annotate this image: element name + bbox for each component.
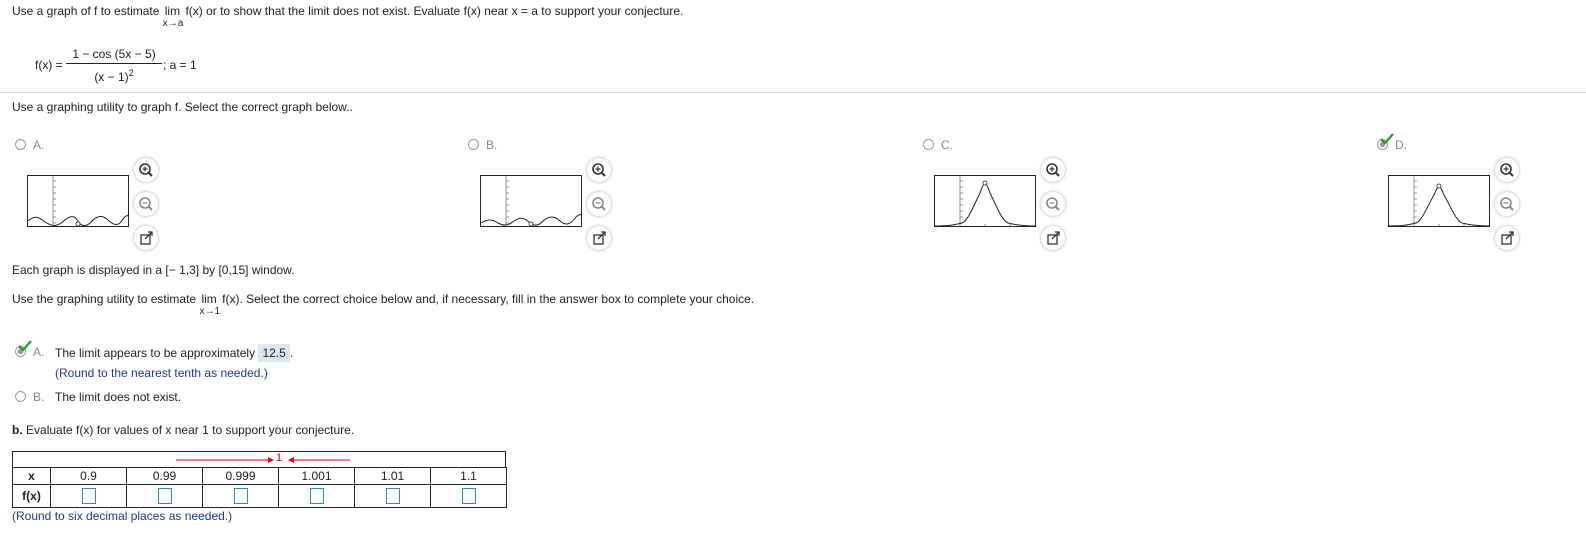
graph-option-a-radio[interactable] xyxy=(15,139,26,150)
zoom-in-icon xyxy=(592,163,606,177)
function-lhs: f(x) = xyxy=(35,58,63,72)
question-part2: f(x) or to show that the limit does not … xyxy=(185,4,684,18)
a-value-label: ; a = 1 xyxy=(163,58,197,72)
option-c-popout-button[interactable] xyxy=(1041,226,1065,250)
function-numerator: 1 − cos (5x − 5) xyxy=(72,47,156,61)
option-d-zoom-out-button[interactable] xyxy=(1495,192,1519,216)
option-a-popout-button[interactable] xyxy=(134,226,158,250)
fx-input[interactable] xyxy=(385,488,400,504)
table-row-fx: f(x) xyxy=(12,484,507,508)
x-value-cell: 0.999 xyxy=(202,467,279,485)
graph-option-c[interactable] xyxy=(934,175,1038,229)
estimate-prompt-pre: Use the graphing utility to estimate xyxy=(12,292,197,306)
estimate-lim-subscript: x→1 xyxy=(199,306,221,317)
x-value-cell: 1.001 xyxy=(278,467,355,485)
approach-arrows xyxy=(176,457,350,463)
option-c-zoom-in-button[interactable] xyxy=(1041,158,1065,182)
fx-input[interactable] xyxy=(233,488,248,504)
row-label-x: x xyxy=(12,467,51,485)
graph-option-a[interactable] xyxy=(27,175,131,229)
estimate-prompt: Use the graphing utility to estimate lim… xyxy=(12,292,755,317)
row-label-fx: f(x) xyxy=(12,484,51,508)
fx-input[interactable] xyxy=(81,488,96,504)
approach-value-label: 1 xyxy=(276,452,283,464)
choice-a-letter: A. xyxy=(33,345,45,359)
graph-option-b-letter: B. xyxy=(486,138,498,152)
option-c-zoom-out-button[interactable] xyxy=(1041,192,1065,216)
fx-input[interactable] xyxy=(157,488,172,504)
popout-icon xyxy=(140,231,153,245)
option-d-zoom-in-button[interactable] xyxy=(1495,158,1519,182)
estimate-prompt-post: f(x). Select the correct choice below an… xyxy=(222,292,755,306)
fx-cell xyxy=(430,484,507,508)
question-text: Use a graph of f to estimate lim x→a f(x… xyxy=(12,4,684,29)
zoom-in-icon xyxy=(1500,163,1514,177)
option-d-popout-button[interactable] xyxy=(1495,226,1519,250)
option-b-zoom-in-button[interactable] xyxy=(587,158,611,182)
choice-a-period: . xyxy=(289,346,294,360)
window-note: Each graph is displayed in a [− 1,3] by … xyxy=(12,263,295,277)
part-b-prompt: b. Evaluate f(x) for values of x near 1 … xyxy=(12,423,354,437)
table-hint: (Round to six decimal places as needed.) xyxy=(12,509,233,523)
popout-icon xyxy=(593,231,606,245)
graph-option-b-radio[interactable] xyxy=(468,139,479,150)
fx-cell xyxy=(126,484,203,508)
fx-cell xyxy=(202,484,279,508)
popout-icon xyxy=(1501,231,1514,245)
estimate-lim-symbol: lim xyxy=(201,292,217,306)
divider xyxy=(0,92,1586,93)
graph-option-a-letter: A. xyxy=(33,138,45,152)
option-a-zoom-out-button[interactable] xyxy=(134,192,158,216)
option-b-popout-button[interactable] xyxy=(587,226,611,250)
question-part1: Use a graph of f to estimate xyxy=(12,4,160,18)
popout-icon xyxy=(1047,231,1060,245)
checkmark-icon xyxy=(18,340,32,352)
fx-cell xyxy=(354,484,431,508)
choice-b-text: The limit does not exist. xyxy=(55,390,182,404)
function-fraction: 1 − cos (5x − 5) (x − 1)2 xyxy=(66,46,162,85)
lim-subscript: x→a xyxy=(162,18,184,29)
x-value-cell: 1.01 xyxy=(354,467,431,485)
function-denominator: (x − 1)2 xyxy=(66,65,162,85)
lim-symbol: lim xyxy=(164,4,181,18)
graph-option-c-radio[interactable] xyxy=(923,139,934,150)
fx-cell xyxy=(278,484,355,508)
choice-b-radio[interactable] xyxy=(15,391,26,402)
choice-a-line: The limit appears to be approximately 12… xyxy=(55,344,293,362)
choice-b-letter: B. xyxy=(33,390,45,404)
zoom-out-icon xyxy=(592,197,606,211)
part-b-text: Evaluate f(x) for values of x near 1 to … xyxy=(26,423,355,437)
denominator-base: (x − 1) xyxy=(94,70,129,84)
graph-option-d-letter: D. xyxy=(1395,138,1407,152)
x-value-cell: 1.1 xyxy=(430,467,507,485)
graph-option-c-letter: C. xyxy=(941,138,953,152)
denominator-exponent: 2 xyxy=(128,68,134,78)
graph-option-d[interactable] xyxy=(1388,175,1492,229)
fx-input[interactable] xyxy=(309,488,324,504)
choice-a-text: The limit appears to be approximately xyxy=(55,346,256,360)
x-value-cell: 0.99 xyxy=(126,467,203,485)
choice-a-hint: (Round to the nearest tenth as needed.) xyxy=(55,366,268,380)
option-a-zoom-in-button[interactable] xyxy=(134,158,158,182)
option-b-zoom-out-button[interactable] xyxy=(587,192,611,216)
values-table: x 0.9 0.99 0.999 1.001 1.01 1.1 f(x) xyxy=(12,467,507,508)
zoom-out-icon xyxy=(1046,197,1060,211)
table-row-x: x 0.9 0.99 0.999 1.001 1.01 1.1 xyxy=(12,467,507,485)
zoom-in-icon xyxy=(139,163,153,177)
graph-prompt: Use a graphing utility to graph f. Selec… xyxy=(12,100,353,114)
zoom-in-icon xyxy=(1046,163,1060,177)
part-b-label: b. xyxy=(12,423,23,437)
zoom-out-icon xyxy=(1500,197,1514,211)
graph-option-b[interactable] xyxy=(480,175,584,229)
zoom-out-icon xyxy=(139,197,153,211)
fx-cell xyxy=(50,484,127,508)
checkmark-icon xyxy=(1380,133,1394,145)
limit-answer-box[interactable]: 12.5 xyxy=(258,344,290,362)
x-value-cell: 0.9 xyxy=(50,467,127,485)
fx-input[interactable] xyxy=(461,488,476,504)
